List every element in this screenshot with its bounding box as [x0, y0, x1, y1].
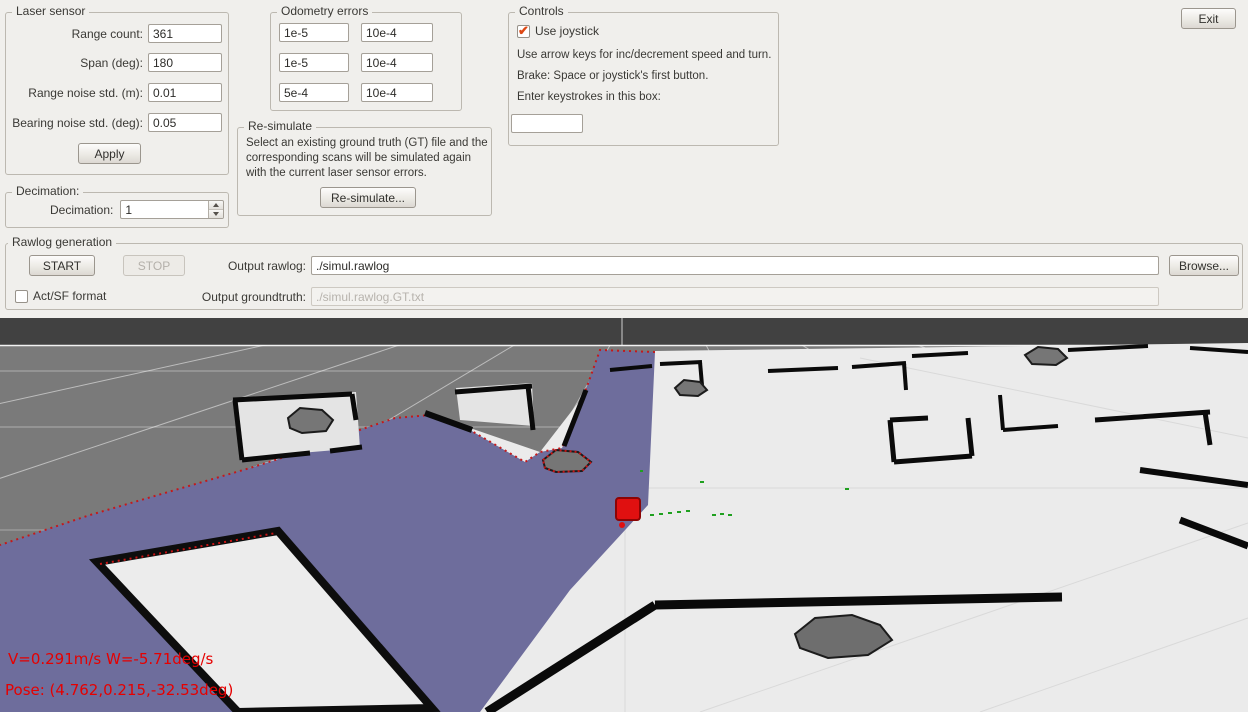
resimulate-button[interactable]: Re-simulate...: [320, 187, 416, 208]
output-rawlog-input[interactable]: [311, 256, 1159, 275]
act-sf-format-label: Act/SF format: [33, 289, 106, 303]
laser-sensor-group-title: Laser sensor: [12, 4, 89, 18]
odometry-error-input-0-0[interactable]: [279, 23, 349, 42]
act-sf-format-checkbox[interactable]: [15, 290, 28, 303]
simulation-viewport[interactable]: V=0.291m/s W=-5.71deg/s Pose: (4.762,0.2…: [0, 318, 1248, 712]
odometry-error-input-0-1[interactable]: [361, 23, 433, 42]
range-count-label: Range count:: [72, 27, 143, 41]
rawlog-generation-group-title: Rawlog generation: [8, 235, 116, 249]
bearing-noise-input[interactable]: [148, 113, 222, 132]
controls-line-arrows: Use arrow keys for inc/decrement speed a…: [517, 49, 771, 61]
odometry-error-input-2-1[interactable]: [361, 83, 433, 102]
output-groundtruth-input: [311, 287, 1159, 306]
decimation-group-title: Decimation:: [12, 184, 83, 198]
decimation-spinner[interactable]: [120, 200, 224, 219]
spinner-up-icon[interactable]: [209, 201, 223, 209]
apply-button[interactable]: Apply: [78, 143, 141, 164]
resimulate-description: Select an existing ground truth (GT) fil…: [246, 136, 488, 181]
odometry-error-input-2-0[interactable]: [279, 83, 349, 102]
controls-group-title: Controls: [515, 4, 568, 18]
span-deg-input[interactable]: [148, 53, 222, 72]
decimation-label: Decimation:: [50, 203, 113, 217]
range-noise-input[interactable]: [148, 83, 222, 102]
rawlog-generation-group: Rawlog generation START STOP Output rawl…: [5, 243, 1243, 310]
keystroke-input[interactable]: [511, 114, 583, 133]
range-count-input[interactable]: [148, 24, 222, 43]
laser-sensor-group: Laser sensor Range count: Span (deg): Ra…: [5, 12, 229, 175]
use-joystick-label: Use joystick: [535, 24, 599, 38]
bearing-noise-label: Bearing noise std. (deg):: [12, 116, 143, 130]
odometry-error-input-1-0[interactable]: [279, 53, 349, 72]
range-noise-label: Range noise std. (m):: [28, 86, 143, 100]
decimation-group: Decimation: Decimation:: [5, 192, 229, 228]
resimulate-group: Re-simulate Select an existing ground tr…: [237, 127, 492, 216]
odometry-errors-group-title: Odometry errors: [277, 4, 372, 18]
spinner-down-icon[interactable]: [209, 209, 223, 218]
controls-group: Controls Use joystick Use arrow keys for…: [508, 12, 779, 146]
odometry-error-input-1-1[interactable]: [361, 53, 433, 72]
horizon-band: [0, 318, 1248, 345]
browse-button[interactable]: Browse...: [1169, 255, 1239, 276]
resimulate-group-title: Re-simulate: [244, 119, 316, 133]
controls-line-keystrokes: Enter keystrokes in this box:: [517, 91, 661, 103]
hud-pose-text: Pose: (4.762,0.215,-32.53deg): [5, 681, 233, 699]
odometry-errors-group: Odometry errors: [270, 12, 462, 111]
span-deg-label: Span (deg):: [80, 56, 143, 70]
exit-button[interactable]: Exit: [1181, 8, 1236, 29]
spinner-buttons[interactable]: [208, 201, 223, 218]
output-rawlog-label: Output rawlog:: [156, 259, 306, 273]
controls-line-brake: Brake: Space or joystick's first button.: [517, 70, 708, 82]
use-joystick-checkbox[interactable]: [517, 25, 530, 38]
hud-velocity-text: V=0.291m/s W=-5.71deg/s: [8, 650, 213, 668]
output-groundtruth-label: Output groundtruth:: [156, 290, 306, 304]
start-button[interactable]: START: [29, 255, 95, 276]
